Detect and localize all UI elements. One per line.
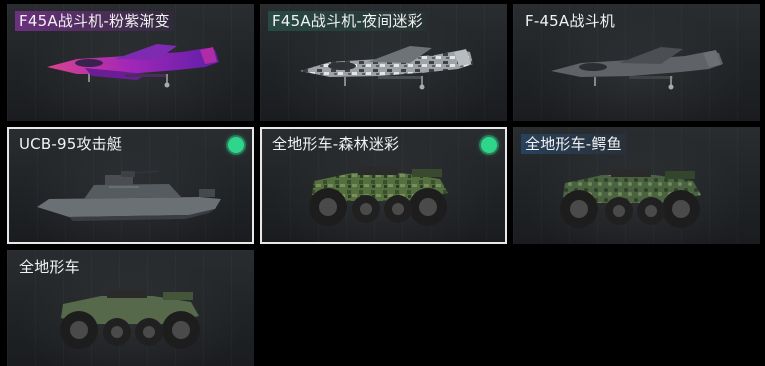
- vehicle-card-atv-plain[interactable]: 全地形车: [7, 250, 254, 366]
- vehicle-card-label: 全地形车-森林迷彩: [272, 135, 400, 153]
- vehicle-card-label: UCB-95攻击艇: [19, 135, 123, 153]
- vehicle-card-attack-boat[interactable]: UCB-95攻击艇: [7, 127, 254, 244]
- vehicle-card-jet-plain[interactable]: F-45A战斗机: [513, 4, 760, 121]
- vehicle-card-label: F45A战斗机-夜间迷彩: [268, 11, 427, 31]
- vehicle-card-atv-forest-camo[interactable]: 全地形车-森林迷彩: [260, 127, 507, 244]
- vehicle-card-label: 全地形车-鳄鱼: [521, 134, 626, 154]
- vehicle-card-label: F45A战斗机-粉紫渐变: [15, 11, 174, 31]
- vehicle-card-label: 全地形车: [19, 258, 80, 276]
- vehicle-card-jet-pink[interactable]: F45A战斗机-粉紫渐变: [7, 4, 254, 121]
- vehicle-card-label: F-45A战斗机: [525, 12, 615, 30]
- vehicle-card-atv-crocodile[interactable]: 全地形车-鳄鱼: [513, 127, 760, 244]
- vehicle-card-jet-night-camo[interactable]: F45A战斗机-夜间迷彩: [260, 4, 507, 121]
- equipped-indicator: [228, 137, 244, 153]
- equipped-indicator: [481, 137, 497, 153]
